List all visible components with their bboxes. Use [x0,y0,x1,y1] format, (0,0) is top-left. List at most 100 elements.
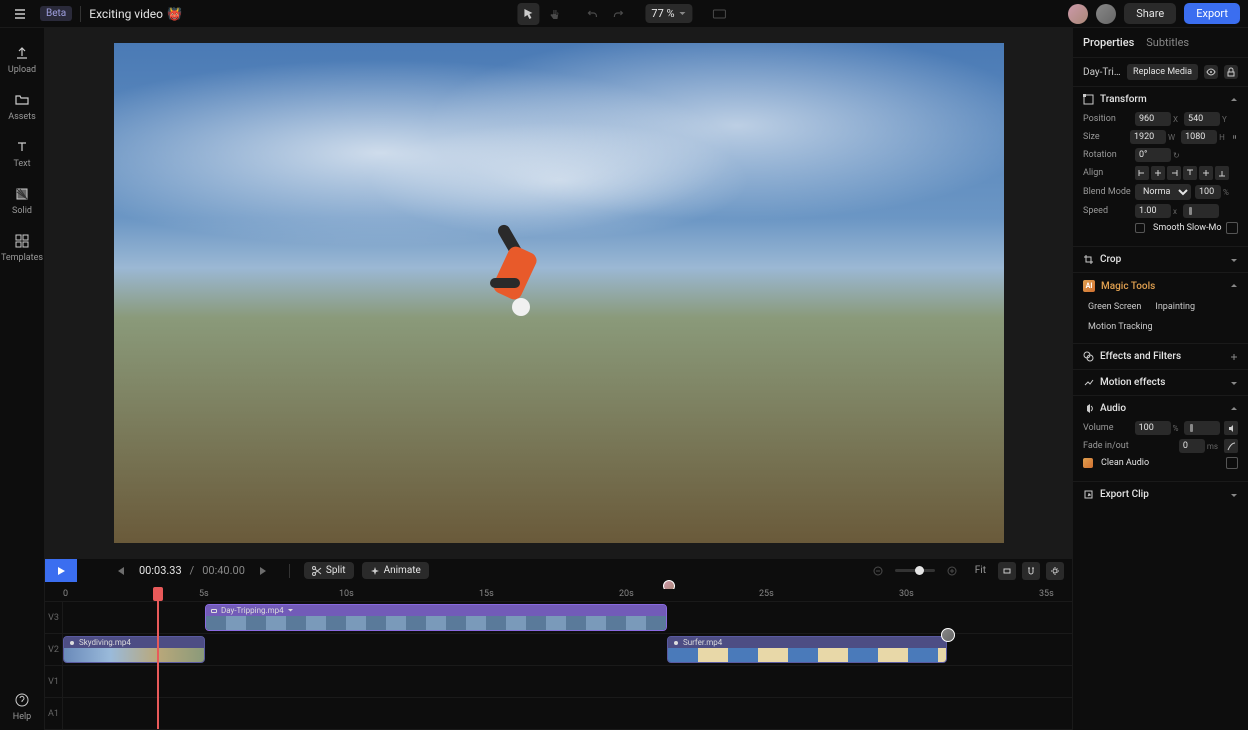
sidebar-item-upload[interactable]: Upload [0,36,44,83]
chevron-down-icon [287,607,294,614]
section-audio-header[interactable]: Audio [1073,396,1248,421]
section-export-clip-header[interactable]: Export Clip [1073,482,1248,507]
align-left-button[interactable] [1135,166,1149,180]
sidebar-item-solid[interactable]: Solid [0,177,44,224]
clean-audio-toggle[interactable] [1226,457,1238,469]
section-magic-header[interactable]: AI Magic Tools [1073,273,1248,299]
project-emoji: 👹 [167,7,182,21]
timeline-zoom-slider[interactable] [895,569,935,572]
sidebar-item-assets[interactable]: Assets [0,83,44,130]
section-motion-header[interactable]: Motion effects [1073,370,1248,395]
align-center-v-button[interactable] [1199,166,1213,180]
green-screen-button[interactable]: Green Screen [1083,299,1146,315]
fade-curve-button[interactable] [1224,439,1238,453]
effects-icon [1083,351,1094,362]
zoom-in-button[interactable] [941,560,963,582]
opacity-input[interactable] [1195,185,1221,199]
link-icon[interactable] [1231,133,1238,141]
align-bottom-button[interactable] [1215,166,1229,180]
align-right-icon [1169,168,1179,178]
size-w-input[interactable] [1130,130,1166,144]
zoom-out-button[interactable] [867,560,889,582]
volume-slider[interactable] [1184,421,1220,435]
align-center-h-button[interactable] [1151,166,1165,180]
section-effects-header[interactable]: Effects and Filters [1073,344,1248,369]
track-v3[interactable]: V3 Day-Tripping.mp4 [45,602,1072,634]
crop-timeline-button[interactable] [998,562,1016,580]
magnet-button[interactable] [1022,562,1040,580]
split-button[interactable]: Split [304,562,354,579]
timeline-ruler[interactable]: 0 5s 10s 15s 20s 25s 30s 35s [45,589,1072,602]
export-button[interactable]: Export [1184,3,1240,24]
transform-icon [1083,94,1094,105]
preview-canvas[interactable] [114,43,1004,543]
settings-button[interactable] [1046,562,1064,580]
aspect-button[interactable] [709,3,731,25]
blend-mode-select[interactable]: Normal [1135,184,1191,200]
user-avatar-1[interactable] [1068,4,1088,24]
motion-tracking-button[interactable]: Motion Tracking [1083,319,1158,335]
clip-surfer[interactable]: Surfer.mp4 [667,636,947,663]
ai-badge-icon [1083,458,1093,468]
redo-button[interactable] [607,3,629,25]
undo-button[interactable] [581,3,603,25]
fade-input[interactable] [1179,439,1205,453]
track-v1[interactable]: V1 [45,666,1072,698]
playhead[interactable] [157,589,159,729]
play-icon [55,565,67,577]
chevron-down-icon [1230,491,1238,499]
collaborator-cursor [941,628,955,642]
align-top-button[interactable] [1183,166,1197,180]
menu-button[interactable] [8,2,32,26]
project-title[interactable]: Exciting video [89,7,163,21]
smooth-slowmo-checkbox[interactable] [1135,223,1145,233]
clip-day-tripping[interactable]: Day-Tripping.mp4 [205,604,667,631]
cursor-tool[interactable] [517,3,539,25]
speed-slider[interactable] [1183,204,1219,218]
align-right-button[interactable] [1167,166,1181,180]
next-frame-button[interactable] [253,560,275,582]
align-bottom-icon [1217,168,1227,178]
replace-media-button[interactable]: Replace Media [1127,64,1198,80]
sidebar-label: Upload [8,65,36,75]
crop-icon [1083,254,1094,265]
lock-button[interactable] [1224,65,1238,79]
mute-button[interactable] [1224,421,1238,435]
zoom-display[interactable]: 77 % [645,4,692,23]
audio-icon [1083,403,1094,414]
animate-button[interactable]: Animate [362,562,429,579]
minus-icon [873,566,883,576]
sidebar-item-templates[interactable]: Templates [0,224,44,271]
smooth-slowmo-toggle[interactable] [1226,222,1238,234]
align-left-icon [1137,168,1147,178]
section-crop-header[interactable]: Crop [1073,247,1248,272]
fit-button[interactable]: Fit [969,562,992,579]
size-h-input[interactable] [1181,130,1217,144]
position-x-input[interactable] [1135,112,1171,126]
play-button[interactable] [45,559,77,583]
visibility-button[interactable] [1204,65,1218,79]
track-a1[interactable]: A1 [45,698,1072,730]
track-v2[interactable]: V2 Skydiving.mp4 Surfer.mp4 [45,634,1072,666]
sidebar-item-text[interactable]: Text [0,130,44,177]
clip-skydiving[interactable]: Skydiving.mp4 [63,636,205,663]
crop-icon [1001,565,1013,577]
volume-input[interactable] [1135,421,1171,435]
hand-tool[interactable] [543,3,565,25]
tab-subtitles[interactable]: Subtitles [1146,36,1189,49]
inpainting-button[interactable]: Inpainting [1150,299,1200,315]
chevron-up-icon [1230,96,1238,104]
sidebar-item-help[interactable]: Help [0,683,44,730]
rotation-input[interactable] [1135,148,1171,162]
section-transform-header[interactable]: Transform [1073,87,1248,112]
beta-badge: Beta [40,6,72,21]
speed-input[interactable] [1135,204,1171,218]
share-button[interactable]: Share [1124,3,1176,24]
divider [80,6,81,22]
time-current: 00:03.33 [139,564,182,577]
track-label: V2 [45,634,63,665]
position-y-input[interactable] [1184,112,1220,126]
user-avatar-2[interactable] [1096,4,1116,24]
tab-properties[interactable]: Properties [1083,36,1134,49]
prev-frame-button[interactable] [109,560,131,582]
